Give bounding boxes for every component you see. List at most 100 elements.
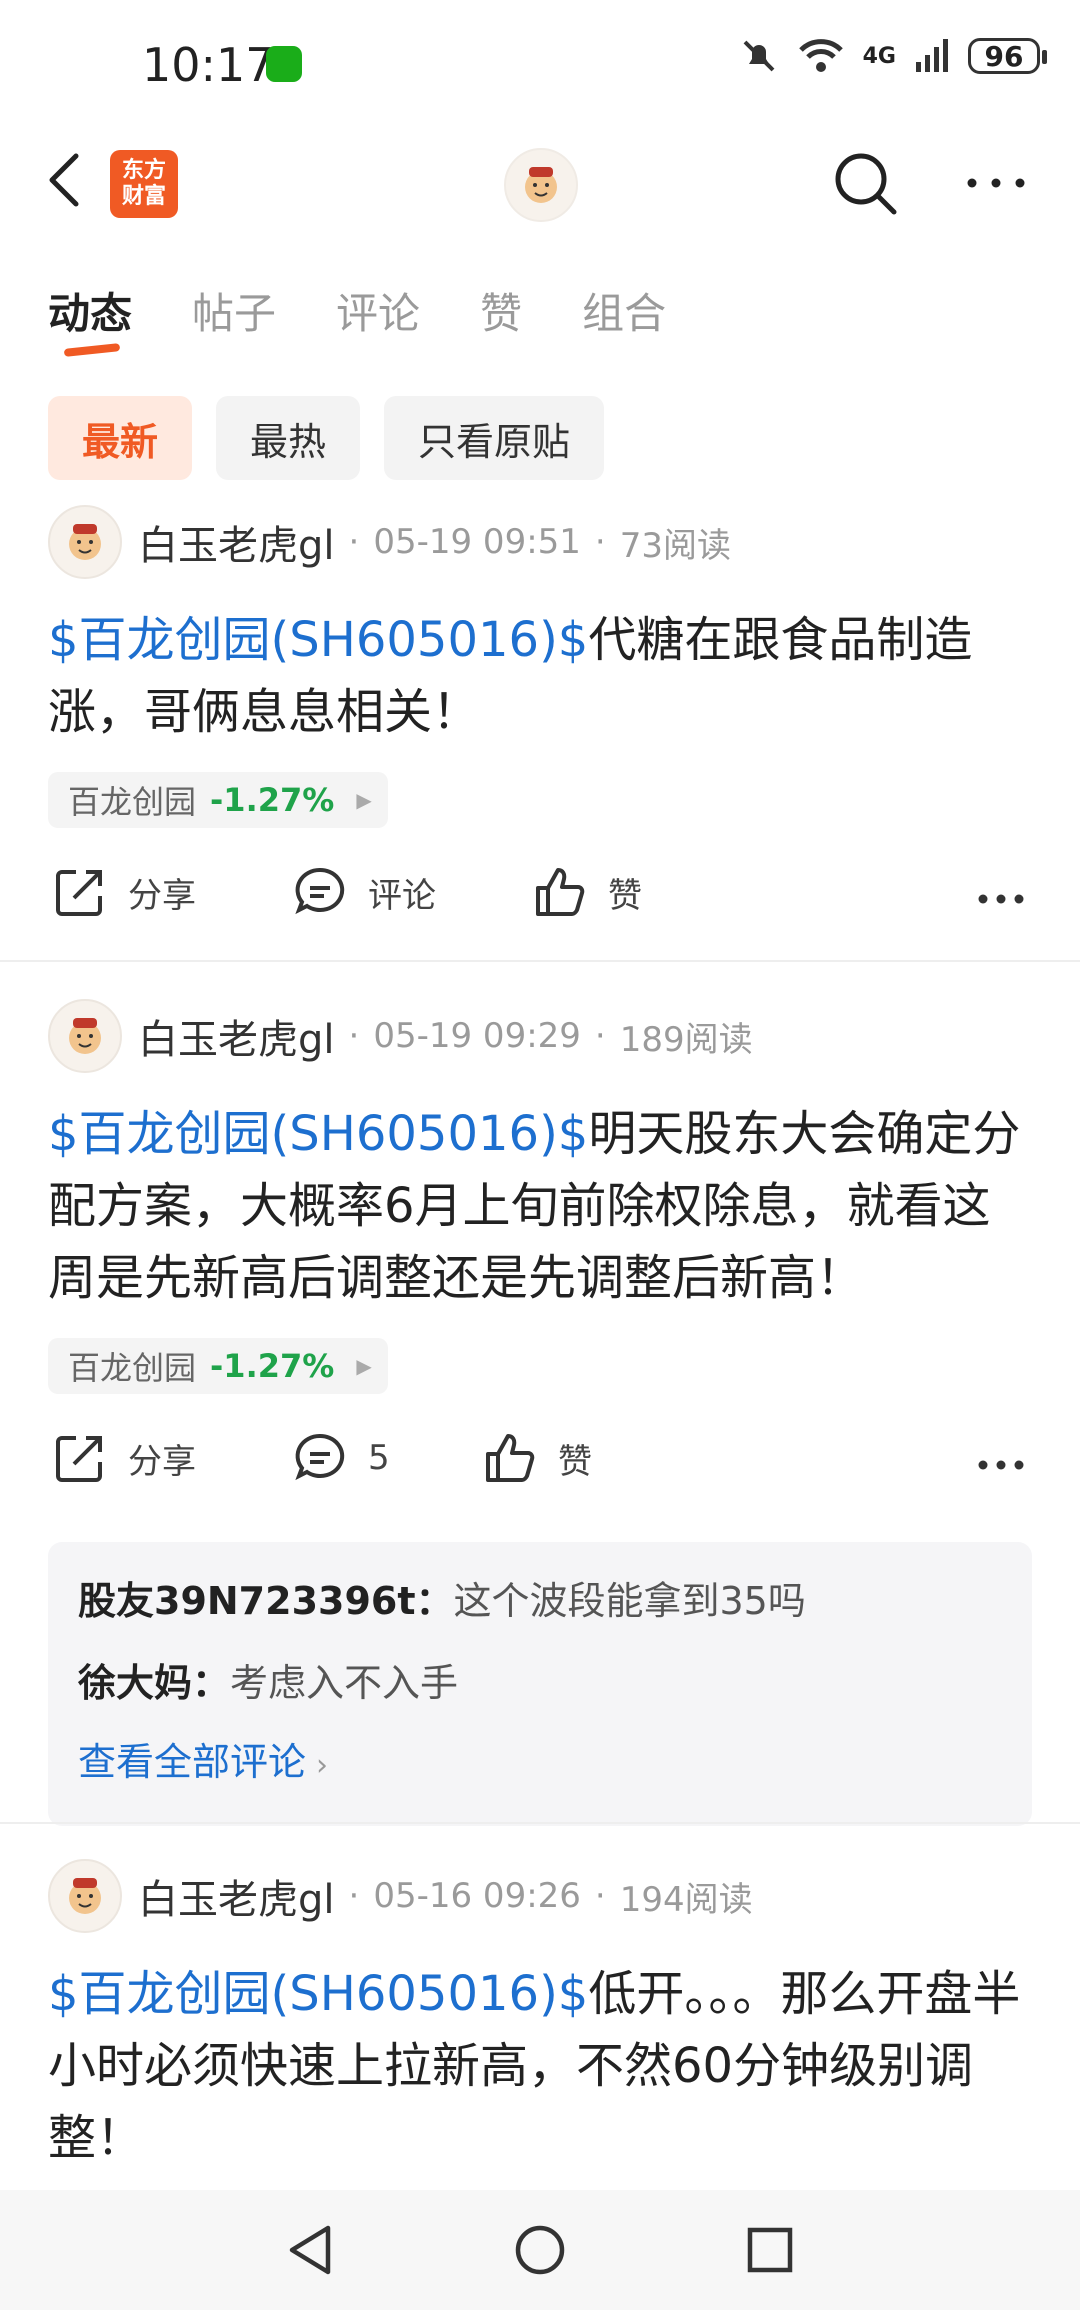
comment-user[interactable]: 股友39N723396t： — [78, 1579, 454, 1623]
network-type: 4G — [862, 43, 896, 69]
logo-text-line2: 财富 — [121, 184, 166, 209]
post-divider — [0, 960, 1080, 962]
meta-separator: · — [594, 1016, 606, 1056]
stock-quote-tag[interactable]: 百龙创园 -1.27% ▶ — [48, 1338, 388, 1394]
tab-posts[interactable]: 帖子 — [192, 280, 276, 341]
post-time: 05-19 09:51 — [373, 522, 581, 562]
post-actions: 分享 评论 赞 — [0, 864, 1080, 948]
share-icon — [56, 870, 102, 916]
stock-link[interactable]: $百龙创园(SH605016)$ — [48, 1106, 588, 1162]
read-count: 194阅读 — [619, 1879, 753, 1920]
read-count: 73阅读 — [619, 525, 731, 566]
comment-preview-box[interactable]: 股友39N723396t：这个波段能拿到35吗 徐大妈：考虑入不入手 查看全部评… — [48, 1542, 1032, 1826]
comment-text: 考虑入不入手 — [230, 1661, 459, 1705]
like-label: 赞 — [558, 1441, 592, 1482]
comment-button[interactable]: 5 — [292, 1430, 390, 1486]
stock-link[interactable]: $百龙创园(SH605016)$ — [48, 1966, 588, 2022]
thumbs-up-icon — [536, 868, 585, 916]
comment-line: 股友39N723396t：这个波段能拿到35吗 — [78, 1560, 1002, 1642]
search-icon[interactable] — [830, 148, 900, 218]
post-header: 白玉老虎gl · 05-19 09:51 · 73阅读 — [0, 505, 1080, 579]
view-all-label: 查看全部评论 — [78, 1740, 307, 1784]
comment-icon — [295, 1433, 345, 1481]
profile-tabs: 动态 帖子 评论 赞 组合 — [48, 280, 666, 341]
post-header: 白玉老虎gl · 05-16 09:26 · 194阅读 — [0, 1859, 1080, 1933]
comment-icon — [295, 867, 345, 915]
stock-link[interactable]: $百龙创园(SH605016)$ — [48, 612, 588, 668]
filter-latest[interactable]: 最新 — [48, 396, 193, 480]
post-item[interactable]: 白玉老虎gl · 05-19 09:51 · 73阅读 $百龙创园(SH6050… — [0, 505, 1080, 948]
meta-separator: · — [594, 1876, 606, 1916]
app-logo: 东方 财富 — [110, 150, 178, 218]
share-button[interactable]: 分享 — [52, 1430, 196, 1486]
comment-user[interactable]: 徐大妈： — [78, 1661, 230, 1705]
stock-name: 百龙创园 — [68, 783, 197, 821]
post-time: 05-16 09:26 — [373, 1876, 581, 1916]
caishen-avatar-icon — [525, 167, 557, 203]
mute-bell-icon — [743, 40, 775, 72]
post-time: 05-19 09:29 — [373, 1016, 581, 1056]
share-icon — [56, 1436, 102, 1482]
filter-original-only[interactable]: 只看原贴 — [384, 396, 605, 480]
caishen-avatar-icon — [69, 1018, 101, 1054]
nav-recents-icon[interactable] — [742, 2220, 798, 2280]
author-name[interactable]: 白玉老虎gl — [138, 1867, 335, 1925]
post-more-icon[interactable] — [978, 892, 1024, 906]
comment-button[interactable]: 评论 — [292, 864, 436, 920]
post-content[interactable]: $百龙创园(SH605016)$明天股东大会确定分配方案，大概率6月上旬前除权除… — [48, 1098, 1032, 1314]
logo-text-line1: 东方 — [121, 158, 166, 183]
tab-likes[interactable]: 赞 — [480, 280, 522, 341]
system-navigation-bar — [0, 2190, 1080, 2310]
caishen-avatar-icon — [69, 524, 101, 560]
caishen-avatar-icon — [69, 1878, 101, 1914]
post-item[interactable]: 白玉老虎gl · 05-19 09:29 · 189阅读 $百龙创园(SH605… — [0, 999, 1080, 1826]
view-all-comments-link[interactable]: 查看全部评论 › — [78, 1724, 1002, 1804]
tab-comments[interactable]: 评论 — [336, 280, 420, 341]
post-divider — [0, 1822, 1080, 1824]
play-arrow-icon: ▶ — [356, 788, 372, 812]
author-avatar[interactable] — [48, 1859, 122, 1933]
author-avatar[interactable] — [48, 505, 122, 579]
like-button[interactable]: 赞 — [532, 864, 642, 920]
back-arrow-icon[interactable] — [44, 150, 84, 210]
play-arrow-icon: ▶ — [356, 1354, 372, 1378]
stock-quote-tag[interactable]: 百龙创园 -1.27% ▶ — [48, 772, 388, 828]
filter-hot[interactable]: 最热 — [216, 396, 361, 480]
share-button[interactable]: 分享 — [52, 864, 196, 920]
post-content[interactable]: $百龙创园(SH605016)$低开。。。那么开盘半小时必须快速上拉新高，不然6… — [48, 1958, 1032, 2174]
like-button[interactable]: 赞 — [482, 1430, 592, 1486]
comment-line: 徐大妈：考虑入不入手 — [78, 1642, 1002, 1724]
read-count: 189阅读 — [619, 1019, 753, 1060]
battery-level: 96 — [984, 39, 1024, 73]
tab-portfolio[interactable]: 组合 — [582, 280, 666, 341]
battery-indicator: 96 — [968, 38, 1047, 74]
tab-dynamic[interactable]: 动态 — [48, 280, 132, 341]
nav-back-icon[interactable] — [282, 2220, 338, 2280]
author-name[interactable]: 白玉老虎gl — [138, 1007, 335, 1065]
signal-icon — [916, 39, 948, 72]
chevron-right-icon: › — [316, 1748, 329, 1783]
post-content[interactable]: $百龙创园(SH605016)$代糖在跟食品制造涨，哥俩息息相关！ — [48, 604, 1032, 748]
post-header: 白玉老虎gl · 05-19 09:29 · 189阅读 — [0, 999, 1080, 1073]
like-label: 赞 — [608, 875, 642, 916]
thumbs-up-icon — [486, 1434, 535, 1482]
user-avatar-header[interactable] — [504, 148, 578, 222]
stock-change: -1.27% — [210, 781, 335, 819]
author-avatar[interactable] — [48, 999, 122, 1073]
share-label: 分享 — [128, 1441, 196, 1482]
wifi-icon — [798, 39, 843, 72]
comment-label: 评论 — [368, 875, 436, 916]
more-options-icon[interactable] — [964, 168, 1028, 198]
post-item[interactable]: 白玉老虎gl · 05-16 09:26 · 194阅读 $百龙创园(SH605… — [0, 1859, 1080, 2174]
meta-separator: · — [348, 1876, 360, 1916]
comment-count: 5 — [368, 1438, 390, 1478]
meta-separator: · — [348, 1016, 360, 1056]
meta-separator: · — [594, 522, 606, 562]
share-label: 分享 — [128, 875, 196, 916]
status-time: 10:17 — [142, 38, 275, 92]
author-name[interactable]: 白玉老虎gl — [138, 513, 335, 571]
nav-home-icon[interactable] — [512, 2220, 568, 2280]
meta-separator: · — [348, 522, 360, 562]
active-tab-indicator — [63, 343, 121, 357]
post-more-icon[interactable] — [978, 1458, 1024, 1472]
